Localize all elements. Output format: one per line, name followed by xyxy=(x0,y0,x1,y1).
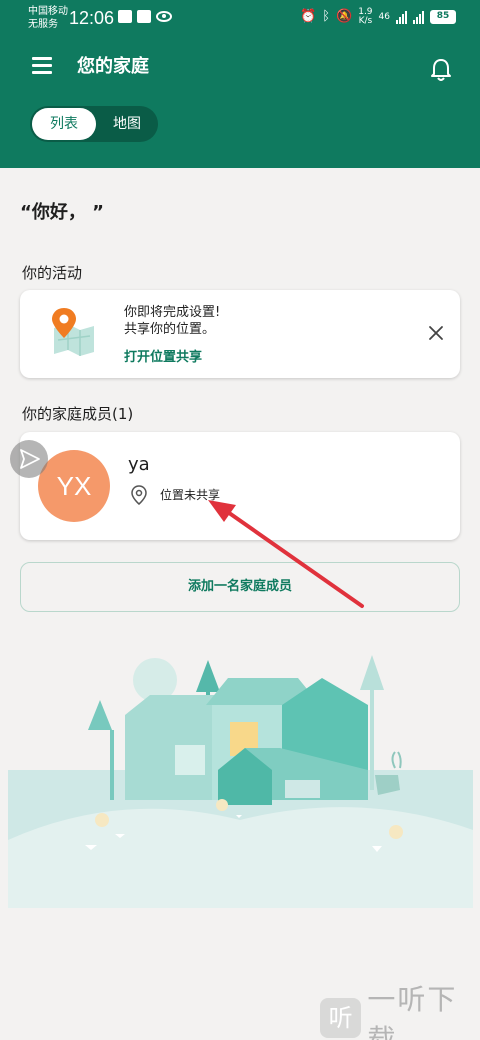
close-icon[interactable] xyxy=(427,324,445,342)
enable-location-sharing-link[interactable]: 打开位置共享 xyxy=(124,346,202,365)
watermark-text: 一听下载 xyxy=(367,983,458,1040)
watermark-logo: 听 xyxy=(320,998,362,1038)
network-speed: 1.9 K/s xyxy=(358,8,372,26)
carrier-status: 无服务 xyxy=(28,19,58,30)
activity-section-title: 你的活动 xyxy=(22,264,83,282)
notification-icons xyxy=(118,10,172,23)
activity-message: 你即将完成设置! 共享你的位置。 xyxy=(124,304,220,338)
message-icon xyxy=(118,10,132,23)
carrier-info: 中国移动 无服务 xyxy=(28,5,68,31)
eye-icon xyxy=(156,11,172,22)
location-pin-icon xyxy=(131,485,147,505)
tab-list[interactable]: 列表 xyxy=(32,108,96,140)
signal-2-icon xyxy=(413,10,424,24)
map-location-icon xyxy=(52,308,94,356)
activity-message-line2: 共享你的位置。 xyxy=(124,322,216,337)
family-home-illustration xyxy=(8,655,473,908)
carrier-name: 中国移动 xyxy=(28,6,68,17)
status-time: 12:06 xyxy=(69,8,115,28)
mute-icon: 🔕 xyxy=(336,9,353,24)
system-icons: ⏰ ᛒ 🔕 1.9 K/s 46 85 xyxy=(300,8,456,26)
send-icon xyxy=(20,449,40,469)
speed-unit: K/s xyxy=(358,16,373,26)
app-header: 中国移动 无服务 12:06 ⏰ ᛒ 🔕 1.9 K/s 46 85 您的家庭 … xyxy=(0,0,480,168)
add-family-member-button[interactable]: 添加一名家庭成员 xyxy=(20,562,460,612)
signal-icon xyxy=(396,10,407,24)
view-toggle: 列表 地图 xyxy=(30,106,158,142)
weather-icon xyxy=(137,10,151,23)
bluetooth-icon: ᛒ xyxy=(322,9,331,24)
bell-icon[interactable] xyxy=(430,58,452,82)
network-type: 46 xyxy=(378,12,390,22)
location-status: 位置未共享 xyxy=(160,488,221,502)
avatar: YX xyxy=(38,450,110,522)
floating-share-button[interactable] xyxy=(10,440,48,478)
watermark: 听 一听下载 xyxy=(320,983,480,1040)
status-bar: 中国移动 无服务 12:06 ⏰ ᛒ 🔕 1.9 K/s 46 85 xyxy=(0,0,480,38)
member-name: ya xyxy=(128,454,150,475)
battery-icon: 85 xyxy=(430,10,456,24)
member-card[interactable]: YX ya 位置未共享 xyxy=(20,432,460,540)
page-title: 您的家庭 xyxy=(77,56,149,77)
alarm-icon: ⏰ xyxy=(300,9,317,24)
greeting-text: “你好， ” xyxy=(20,202,104,223)
activity-message-line1: 你即将完成设置! xyxy=(124,305,221,320)
activity-card: 你即将完成设置! 共享你的位置。 打开位置共享 xyxy=(20,290,460,378)
tab-map[interactable]: 地图 xyxy=(98,108,156,140)
hamburger-menu-icon[interactable] xyxy=(32,57,52,74)
family-section-title: 你的家庭成员(1) xyxy=(22,405,134,423)
